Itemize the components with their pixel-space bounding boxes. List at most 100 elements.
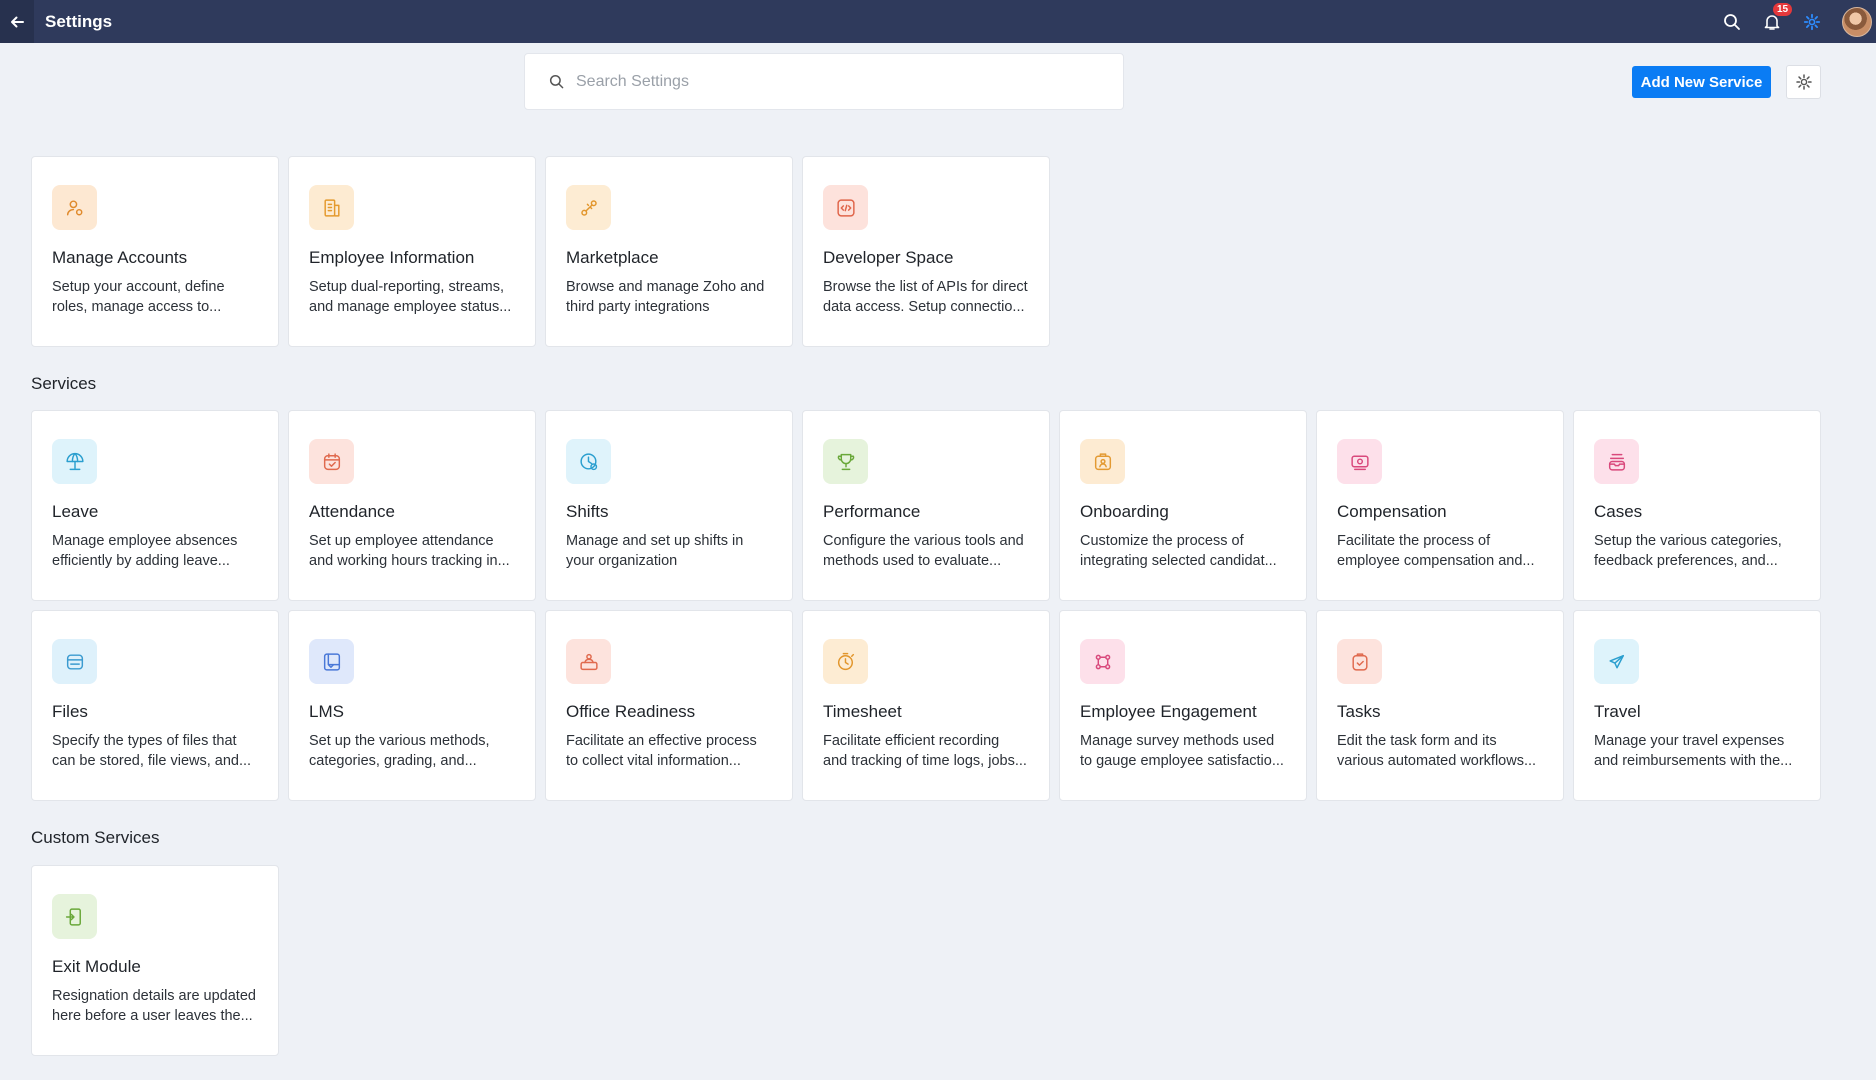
general-settings-grid: Manage Accounts Setup your account, defin… (31, 156, 1821, 347)
card-description: Browse the list of APIs for direct data a… (823, 277, 1029, 317)
card-title: Employee Information (309, 248, 475, 267)
employee-engagement-card[interactable]: Employee Engagement Manage survey methods… (1059, 610, 1307, 801)
card-description: Manage survey methods used to gauge emplo… (1080, 731, 1286, 771)
card-description-line: Browse the list of APIs for direct (823, 279, 1028, 295)
search-icon (549, 74, 564, 89)
services-heading: Services (31, 374, 97, 393)
card-description-line: employee compensation and... (1337, 553, 1535, 569)
marketplace-icon (580, 199, 597, 216)
timesheet-timer-icon (837, 652, 854, 670)
card-description: Facilitate an effective process to collec… (566, 731, 772, 771)
top-bar: Settings 15 (0, 0, 1876, 43)
top-actions: 15 (1712, 0, 1876, 43)
card-description-line: here before a user leaves the... (52, 1008, 253, 1024)
gear-icon (1803, 13, 1821, 30)
card-description-line: Edit the task form and its (1337, 733, 1497, 749)
card-description-line: Setup dual-reporting, streams, (309, 279, 505, 295)
card-description-line: Manage employee absences (52, 533, 238, 549)
icon-tile (1080, 639, 1125, 684)
attendance-calendar-card[interactable]: Attendance Set up employee attendance and … (288, 410, 536, 601)
card-description-line: Facilitate the process of (1337, 533, 1491, 549)
office-readiness-desk-card[interactable]: Office Readiness Facilitate an effective … (545, 610, 793, 801)
icon-tile (1337, 439, 1382, 484)
card-description-line: and tracking of time logs, jobs... (823, 753, 1027, 769)
back-button[interactable] (0, 0, 34, 43)
onboarding-badge-card[interactable]: Onboarding Customize the process of integr… (1059, 410, 1307, 601)
card-title: LMS (309, 702, 344, 721)
files-folder-card[interactable]: Files Specify the types of files that can … (31, 610, 279, 801)
manage-accounts-icon (66, 199, 82, 216)
icon-tile (52, 439, 97, 484)
developer-space-icon (836, 198, 855, 217)
card-description-line: categories, grading, and... (309, 753, 477, 769)
exit-module-door-card[interactable]: Exit Module Resignation details are updat… (31, 865, 279, 1056)
card-title: Office Readiness (566, 702, 696, 721)
icon-tile (52, 639, 97, 684)
travel-plane-icon (1608, 654, 1624, 668)
cases-inbox-icon (1608, 453, 1625, 471)
leave-umbrella-icon (65, 452, 84, 470)
card-description: Resignation details are updated here befo… (52, 986, 258, 1026)
card-description: Specify the types of files that can be st… (52, 731, 258, 771)
card-description: Customize the process of integrating sele… (1080, 531, 1286, 571)
travel-plane-card[interactable]: Travel Manage your travel expenses and rei… (1573, 610, 1821, 801)
notification-count-badge: 15 (1773, 3, 1793, 16)
card-description-line: Facilitate efficient recording (823, 733, 1000, 749)
card-description-line: integrating selected candidat... (1080, 553, 1277, 569)
card-description-line: and working hours tracking in... (309, 553, 510, 569)
card-description-line: methods used to evaluate... (823, 553, 1002, 569)
notifications-button[interactable]: 15 (1752, 0, 1793, 43)
lms-book-card[interactable]: LMS Set up the various methods, categories… (288, 610, 536, 801)
add-new-service-button[interactable]: Add New Service (1632, 66, 1771, 98)
employee-information-icon (323, 198, 340, 217)
card-description: Setup dual-reporting, streams, and manage… (309, 277, 515, 317)
card-title: Marketplace (566, 248, 659, 267)
employee-information-card[interactable]: Employee Information Setup dual-reporting… (288, 156, 536, 347)
search-settings-input[interactable] (576, 72, 1096, 91)
card-description-line: Manage survey methods used (1080, 733, 1275, 749)
card-title: Compensation (1337, 502, 1447, 521)
icon-tile (309, 639, 354, 684)
card-description-line: Customize the process of (1080, 533, 1244, 549)
card-title: Leave (52, 502, 99, 521)
settings-button[interactable] (1792, 0, 1832, 43)
shifts-clock-card[interactable]: Shifts Manage and set up shifts in your or… (545, 410, 793, 601)
user-avatar[interactable] (1842, 6, 1872, 37)
card-description: Manage your travel expenses and reimburse… (1594, 731, 1800, 771)
icon-tile (566, 185, 611, 230)
icon-tile (566, 639, 611, 684)
leave-umbrella-card[interactable]: Leave Manage employee absences efficiently… (31, 410, 279, 601)
attendance-calendar-icon (323, 452, 340, 470)
card-title: Manage Accounts (52, 248, 188, 267)
card-description: Setup the various categories, feedback pr… (1594, 531, 1800, 571)
page-title: Settings (45, 11, 113, 31)
marketplace-card[interactable]: Marketplace Browse and manage Zoho and thi… (545, 156, 793, 347)
card-title: Exit Module (52, 957, 141, 976)
cases-inbox-card[interactable]: Cases Setup the various categories, feedba… (1573, 410, 1821, 601)
card-description-line: Specify the types of files that (52, 733, 237, 749)
developer-space-card[interactable]: Developer Space Browse the list of APIs f… (802, 156, 1050, 347)
icon-tile (823, 439, 868, 484)
card-description: Facilitate the process of employee compen… (1337, 531, 1543, 571)
performance-trophy-card[interactable]: Performance Configure the various tools a… (802, 410, 1050, 601)
performance-trophy-icon (837, 453, 854, 470)
card-title: Files (52, 702, 88, 721)
card-description-line: Configure the various tools and (823, 533, 1024, 549)
manage-accounts-card[interactable]: Manage Accounts Setup your account, defin… (31, 156, 279, 347)
card-description-line: Facilitate an effective process (566, 733, 757, 749)
configure-button[interactable] (1786, 65, 1821, 99)
card-title: Performance (823, 502, 921, 521)
compensation-money-card[interactable]: Compensation Facilitate the process of emp… (1316, 410, 1564, 601)
card-description: Manage employee absences efficiently by a… (52, 531, 258, 571)
timesheet-timer-card[interactable]: Timesheet Facilitate efficient recording a… (802, 610, 1050, 801)
card-description: Configure the various tools and methods u… (823, 531, 1029, 571)
search-button[interactable] (1712, 0, 1752, 43)
gear-settings-icon (1795, 74, 1812, 90)
lms-book-icon (323, 652, 340, 671)
shifts-clock-icon (579, 452, 597, 470)
exit-module-door-icon (65, 907, 81, 926)
tasks-clipboard-card[interactable]: Tasks Edit the task form and its various a… (1316, 610, 1564, 801)
office-readiness-desk-icon (579, 653, 598, 670)
icon-tile (1337, 639, 1382, 684)
employee-engagement-icon (1095, 654, 1110, 669)
